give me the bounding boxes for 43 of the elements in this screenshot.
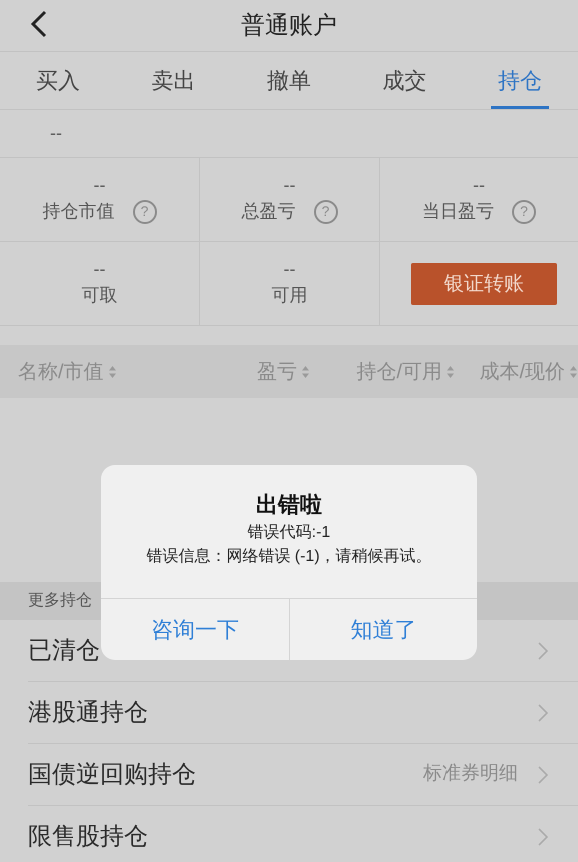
stat-label: 总盈亏 [242, 200, 296, 223]
dialog-message: 错误代码:-1 [248, 523, 330, 543]
chevron-icon [538, 704, 548, 722]
transfer-button[interactable]: 银证转账 [411, 262, 557, 304]
chevron-icon [538, 828, 548, 846]
help-icon[interactable]: ? [512, 200, 536, 224]
chevron-icon [538, 766, 548, 784]
dialog-message: 错误信息：网络错误 (-1)，请稍候再试。 [146, 546, 432, 567]
column-header[interactable]: 名称/市值 [18, 356, 104, 386]
page-title: 普通账户 [241, 10, 337, 40]
dialog-button[interactable]: 知道了 [288, 599, 477, 660]
stat-value: -- [473, 174, 485, 196]
sort-icon[interactable] [569, 364, 578, 378]
fund-value: -- [284, 258, 296, 280]
stat-value: -- [94, 174, 106, 196]
list-item[interactable]: 限售股持仓 [28, 806, 578, 862]
column-header[interactable]: 持仓/可用 [356, 356, 442, 386]
help-icon[interactable]: ? [132, 200, 156, 224]
list-item[interactable]: 港股通持仓 [28, 682, 578, 744]
account-value: -- [50, 122, 62, 145]
stat-value: -- [284, 174, 296, 196]
fund-value: -- [94, 258, 106, 280]
tab[interactable]: 成交 [346, 52, 462, 109]
back-icon[interactable] [30, 10, 48, 38]
chevron-icon [538, 642, 548, 660]
sort-icon[interactable] [301, 364, 310, 378]
help-icon[interactable]: ? [314, 200, 338, 224]
column-header[interactable]: 盈亏 [257, 356, 297, 386]
list-item[interactable]: 国债逆回购持仓 标准券明细 [28, 744, 578, 806]
tab[interactable]: 买入 [0, 52, 116, 109]
dialog-title: 出错啦 [256, 491, 322, 519]
tab[interactable]: 卖出 [116, 52, 232, 109]
tab[interactable]: 持仓 [462, 52, 578, 109]
column-header[interactable]: 成本/现价 [479, 356, 565, 386]
tab[interactable]: 撤单 [231, 52, 347, 109]
stat-label: 持仓市值 [42, 200, 114, 223]
section-title: 更多持仓 [28, 591, 92, 611]
stat-label: 当日盈亏 [422, 200, 494, 223]
sort-icon[interactable] [108, 364, 117, 378]
fund-label: 可用 [272, 284, 308, 307]
fund-label: 可取 [82, 284, 118, 307]
dialog-button[interactable]: 咨询一下 [101, 599, 288, 660]
sort-icon[interactable] [446, 364, 455, 378]
